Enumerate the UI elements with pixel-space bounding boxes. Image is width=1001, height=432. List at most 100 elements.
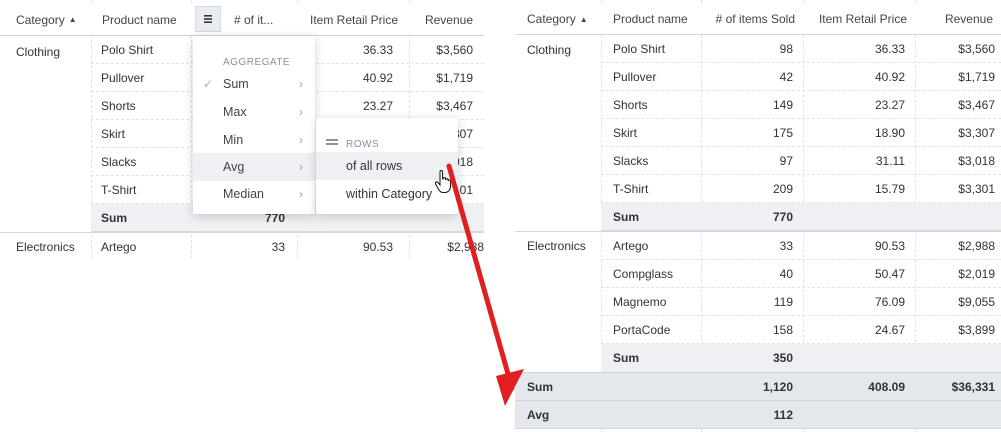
table-row[interactable]: Artego 33 90.53 $2,988	[91, 233, 484, 261]
table-row[interactable]: Shorts 149 23.27 $3,467	[601, 91, 1001, 119]
chevron-right-icon: ›	[299, 187, 303, 201]
sort-ascending-icon[interactable]: ▲	[69, 15, 77, 24]
revenue-cell: $9,055	[958, 294, 995, 309]
table-row[interactable]: Pullover 42 40.92 $1,719	[601, 63, 1001, 91]
items-sold-cell: 158	[772, 322, 793, 337]
revenue-cell: $3,307	[958, 125, 995, 140]
subtotal-label: Sum	[101, 210, 128, 225]
category-cell-electronics[interactable]: Electronics	[521, 232, 592, 260]
chevron-right-icon: ›	[299, 133, 303, 147]
revenue-cell: $3,018	[958, 153, 995, 168]
revenue-cell: $1,719	[436, 70, 473, 85]
revenue-cell: $3,467	[958, 97, 995, 112]
price-cell: 40.92	[362, 70, 393, 85]
revenue-cell: $3,301	[958, 181, 995, 196]
revenue-cell: $2,988	[447, 240, 484, 254]
table-row[interactable]: Slacks 97 31.11 $3,018	[601, 147, 1001, 175]
chevron-right-icon: ›	[299, 160, 303, 174]
price-cell: 31.11	[875, 153, 905, 168]
menu-item-label: Min	[223, 133, 244, 147]
subtotal-row[interactable]: Sum 770	[601, 203, 1001, 231]
rows-submenu-title: ROWS	[346, 139, 380, 150]
price-cell: 24.67	[874, 322, 905, 337]
price-cell: 76.09	[874, 294, 905, 309]
grand-total-items-sold: 1,120	[762, 379, 793, 394]
header-item-retail-price[interactable]: Item Retail Price	[805, 4, 915, 34]
product-cell: PortaCode	[613, 322, 671, 337]
header-revenue[interactable]: Revenue	[917, 4, 1001, 34]
header-row: Category ▲ Product name # of items Sold …	[515, 4, 1001, 35]
grand-total-label: Sum	[527, 379, 554, 394]
grand-total-avg-row[interactable]: Avg 112	[515, 401, 1001, 429]
aggregate-menu: AGGREGATE ✓ Sum › Max › Min › Avg › Medi…	[193, 36, 315, 214]
items-sold-cell: 97	[779, 153, 793, 168]
header-product-name[interactable]: Product name	[605, 4, 701, 34]
items-sold-cell: 175	[772, 125, 793, 140]
product-cell: Artego	[613, 238, 649, 253]
header-category-label: Category	[527, 12, 576, 26]
product-cell: Shorts	[613, 97, 648, 112]
menu-item-avg[interactable]: Avg ›	[193, 153, 315, 181]
chevron-right-icon: ›	[299, 105, 303, 119]
menu-item-label: Sum	[223, 77, 249, 91]
table-row[interactable]: Compglass 40 50.47 $2,019	[601, 260, 1001, 288]
category-cell-clothing[interactable]: Clothing	[10, 38, 66, 66]
hand-cursor-icon	[434, 170, 452, 193]
menu-item-min[interactable]: Min ›	[193, 126, 315, 154]
category-cell-clothing[interactable]: Clothing	[521, 36, 577, 64]
chevron-right-icon: ›	[299, 77, 303, 91]
product-cell: Compglass	[613, 266, 674, 281]
header-category[interactable]: Category ▲	[8, 4, 90, 35]
price-cell: 50.47	[874, 266, 905, 281]
table-row[interactable]: Artego 33 90.53 $2,988	[601, 232, 1001, 260]
price-cell: 18.90	[874, 125, 905, 140]
header-items-sold[interactable]: # of it...	[226, 4, 296, 35]
subtotal-value: 770	[772, 209, 793, 224]
column-menu-button[interactable]	[195, 6, 221, 32]
table-row[interactable]: T-Shirt 209 15.79 $3,301	[601, 175, 1001, 203]
items-sold-cell: 33	[271, 240, 285, 254]
items-sold-cell: 119	[773, 294, 793, 309]
subtotal-label: Sum	[613, 209, 640, 224]
rows-icon	[326, 139, 338, 145]
grand-avg-items-sold: 112	[773, 407, 793, 422]
header-items-sold[interactable]: # of items Sold	[703, 4, 803, 34]
header-row: Category ▲ Product name # of it... Item …	[0, 4, 484, 36]
product-cell: Pullover	[101, 70, 145, 85]
sort-ascending-icon[interactable]: ▲	[580, 15, 588, 24]
product-cell: Slacks	[101, 154, 137, 169]
table-row[interactable]: Polo Shirt 98 36.33 $3,560	[601, 35, 1001, 63]
subtotal-row[interactable]: Sum 350	[601, 344, 1001, 372]
product-cell: Skirt	[613, 125, 637, 140]
header-product-name[interactable]: Product name	[94, 4, 190, 35]
product-cell: T-Shirt	[613, 181, 649, 196]
grand-total-revenue: $36,331	[951, 379, 995, 394]
header-revenue[interactable]: Revenue	[414, 4, 484, 35]
revenue-cell: $3,560	[436, 42, 473, 57]
revenue-cell: $2,988	[958, 238, 995, 253]
revenue-cell: $2,019	[958, 266, 995, 281]
price-cell: 90.53	[874, 238, 905, 253]
table-row[interactable]: Skirt 175 18.90 $3,307	[601, 119, 1001, 147]
revenue-cell: $3,560	[958, 41, 995, 56]
product-cell: Slacks	[613, 153, 649, 168]
items-sold-cell: 98	[779, 41, 793, 56]
menu-item-max[interactable]: Max ›	[193, 98, 315, 126]
subtotal-label: Sum	[613, 351, 640, 365]
menu-item-sum[interactable]: ✓ Sum ›	[193, 70, 315, 98]
table-row[interactable]: Magnemo 119 76.09 $9,055	[601, 288, 1001, 316]
revenue-cell: $3,899	[958, 322, 995, 337]
checkmark-icon: ✓	[203, 77, 214, 91]
product-cell: Skirt	[101, 126, 125, 141]
grand-total-sum-row[interactable]: Sum 1,120 408.09 $36,331	[515, 372, 1001, 401]
header-item-retail-price[interactable]: Item Retail Price	[300, 4, 408, 35]
category-cell-electronics[interactable]: Electronics	[10, 233, 81, 261]
header-category-label: Category	[16, 12, 65, 27]
header-category[interactable]: Category ▲	[519, 4, 601, 34]
price-cell: 90.53	[362, 240, 393, 254]
table-row[interactable]: PortaCode 158 24.67 $3,899	[601, 316, 1001, 344]
product-cell: Polo Shirt	[613, 41, 666, 56]
menu-item-median[interactable]: Median ›	[193, 180, 315, 208]
revenue-cell: $1,719	[958, 69, 995, 84]
product-cell: Pullover	[613, 69, 657, 84]
